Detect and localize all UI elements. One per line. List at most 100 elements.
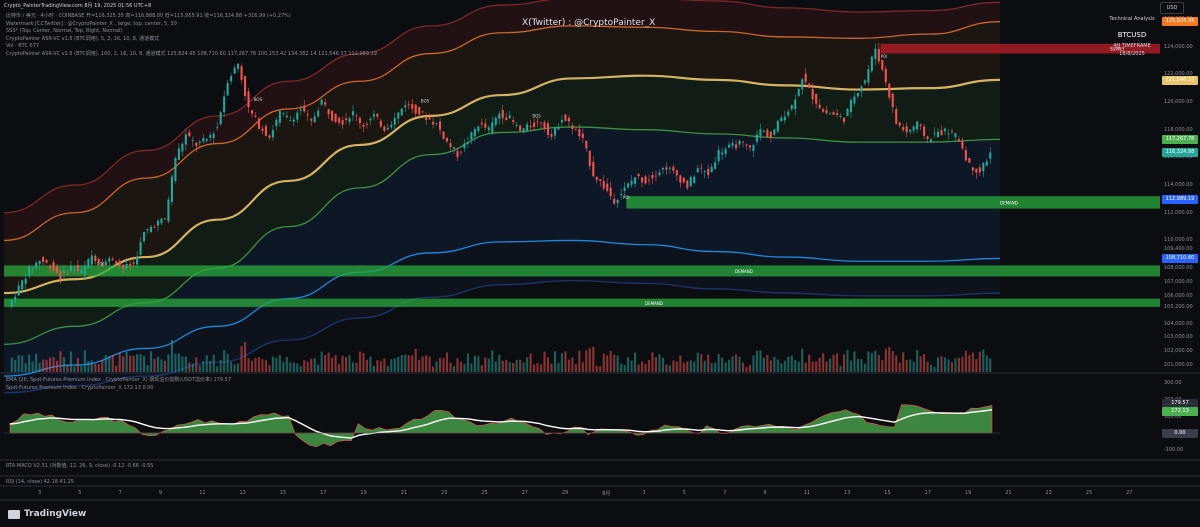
candle-body	[703, 171, 706, 173]
volume-bar	[439, 358, 442, 372]
time-tick: 7	[723, 490, 727, 496]
volume-bar	[682, 362, 685, 372]
volume-bar	[355, 362, 358, 372]
candle-body	[971, 167, 974, 171]
candle-body	[923, 126, 926, 136]
volume-bar	[884, 348, 887, 372]
volume-bar	[808, 354, 811, 372]
candle-body	[916, 121, 919, 130]
time-tick: 23	[1045, 490, 1052, 496]
volume-bar	[393, 358, 396, 372]
volume-bar	[867, 351, 870, 372]
candle-body	[118, 260, 121, 266]
volume-bar	[675, 361, 678, 372]
volume-bar	[205, 355, 208, 372]
candle-body	[139, 241, 142, 255]
volume-bar	[707, 354, 710, 372]
volume-bar	[905, 360, 908, 372]
rsi-label[interactable]: RSI (14, close) 42.18 41.25	[6, 478, 74, 486]
candle-body	[129, 264, 132, 266]
time-tick: 7	[118, 490, 122, 496]
candle-body	[285, 115, 288, 118]
volume-bar	[160, 359, 163, 372]
volume-bar	[344, 357, 348, 372]
candle-body	[310, 118, 313, 121]
candle-body	[881, 60, 884, 70]
candle-body	[463, 143, 466, 148]
time-tick: 21	[400, 490, 408, 496]
volume-bar	[985, 355, 988, 372]
candle-body	[926, 136, 929, 140]
candle-body	[45, 259, 48, 263]
candle-body	[640, 177, 644, 183]
candle-body	[313, 116, 316, 123]
candle-body	[261, 128, 264, 131]
candle-body	[358, 118, 362, 124]
price-tick: 107,000.00	[1164, 279, 1193, 285]
price-chart-canvas[interactable]: SUPPLYDEMANDDEMANDDEMANDBOSPOIBOSBOSPOIP…	[0, 0, 1200, 527]
volume-bar	[331, 357, 334, 372]
candle-body	[790, 105, 793, 110]
volume-bar	[519, 359, 522, 372]
legend-line[interactable]: CryptoPainter ASR-VC v1.5 (BTC调用), 100, …	[6, 50, 377, 58]
candle-body	[801, 79, 804, 89]
price-tick: 109,400.00	[1164, 245, 1193, 252]
volume-bar	[191, 363, 194, 372]
candle-body	[787, 111, 790, 116]
volume-bar	[463, 364, 466, 372]
volume-bar	[383, 358, 386, 372]
volume-bar	[508, 361, 511, 372]
candle-body	[863, 80, 866, 84]
time-tick: 8月	[602, 491, 611, 497]
volume-bar	[351, 362, 355, 372]
volume-bar	[303, 360, 306, 372]
volume-bar	[358, 351, 362, 372]
volume-bar	[522, 362, 525, 372]
candle-body	[397, 112, 400, 119]
candle-body	[226, 82, 229, 96]
candle-body	[902, 127, 905, 130]
volume-bar	[647, 360, 651, 372]
volume-bar	[644, 363, 647, 372]
volume-bar	[515, 359, 518, 372]
candle-body	[888, 83, 891, 98]
candle-body	[250, 110, 254, 114]
macd-label[interactable]: RTA MACD V2.31 (对数值, 12, 26, 9, close) -…	[6, 462, 154, 470]
premium-label[interactable]: Spot-Futures Premium Index · CryptoPaint…	[6, 384, 154, 392]
volume-bar	[693, 361, 696, 372]
candle-body	[815, 94, 818, 104]
candle-body	[874, 48, 877, 59]
price-tick: 112,000.00	[1164, 209, 1193, 216]
marker-bos-3: BOS	[532, 114, 541, 119]
volume-bar	[264, 360, 268, 372]
volume-bar	[156, 356, 160, 372]
volume-bar	[494, 361, 497, 372]
candle-body	[634, 177, 637, 184]
volume-bar	[484, 357, 487, 372]
price-badge: 116,324.88	[1162, 148, 1198, 158]
volume-bar	[943, 357, 947, 372]
candle-body	[870, 56, 873, 72]
volume-bar	[964, 350, 967, 372]
volume-bar	[916, 349, 919, 372]
volume-bar	[689, 360, 692, 372]
candle-body	[679, 175, 682, 183]
candle-body	[83, 265, 86, 275]
volume-bar	[849, 360, 853, 372]
currency-button[interactable]: USD	[1160, 2, 1184, 14]
candle-body	[174, 158, 177, 181]
volume-bar	[602, 353, 605, 372]
tradingview-brand[interactable]: TradingView	[8, 509, 86, 519]
volume-bar	[90, 360, 93, 372]
candle-body	[296, 112, 299, 120]
candle-body	[35, 262, 38, 269]
volume-bar	[341, 355, 344, 372]
volume-bar	[52, 357, 55, 372]
tradingview-wordmark: TradingView	[24, 509, 87, 519]
candle-body	[216, 127, 219, 129]
volume-bar	[926, 361, 929, 372]
candle-body	[338, 117, 341, 123]
candle-body	[362, 124, 365, 127]
ema-label[interactable]: EMA (20, Spot-Futures Premium Index · Cr…	[6, 376, 231, 384]
volume-bar	[766, 355, 769, 372]
